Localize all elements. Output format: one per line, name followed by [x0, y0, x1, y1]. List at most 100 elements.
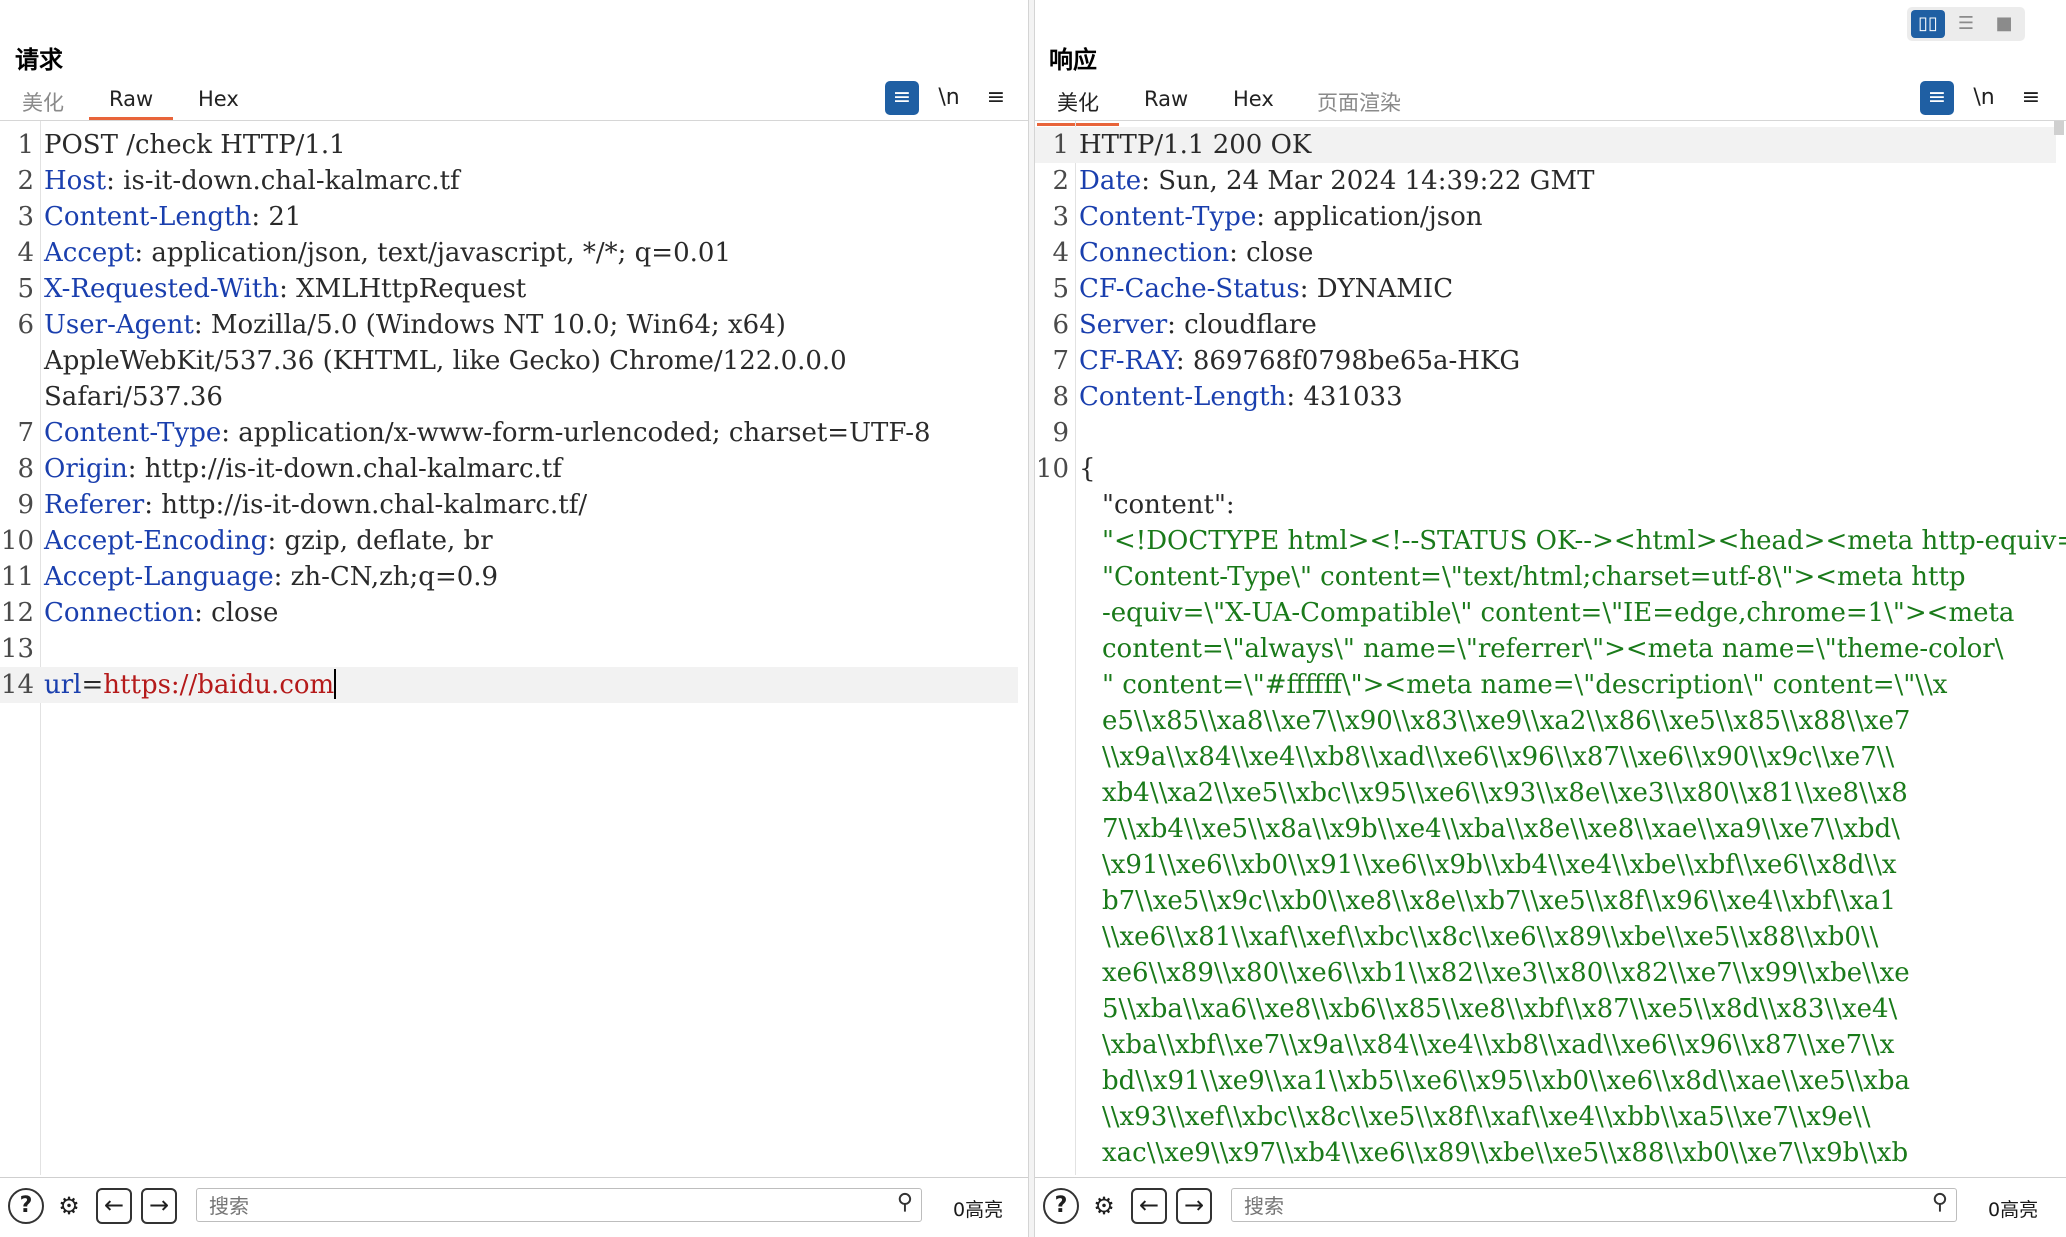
- line-content: Accept: application/json, text/javascrip…: [44, 235, 731, 271]
- tab-raw[interactable]: Raw: [88, 87, 174, 120]
- layout-stacked-icon[interactable]: ☰: [1949, 10, 1983, 38]
- header-name: CF-RAY: [1079, 346, 1176, 376]
- header-value: : application/json, text/javascript, */*…: [134, 238, 731, 268]
- code-line: 14 url=https://baidu.com: [0, 667, 1018, 703]
- line-content: Server: cloudflare: [1079, 307, 1317, 343]
- settings-icon[interactable]: ⚙: [1086, 1188, 1122, 1224]
- help-icon[interactable]: ?: [1043, 1188, 1079, 1224]
- line-content: Origin: http://is-it-down.chal-kalmarc.t…: [44, 451, 562, 487]
- json-string-text: xb4\\xa2\\xe5\\xbc\\x95\\xe6\\x93\\x8e\\…: [1102, 778, 1908, 808]
- json-string-text: b7\\xe5\\x9c\\xb0\\xe8\\x8e\\xb7\\xe5\\x…: [1102, 886, 1897, 916]
- back-arrow-icon[interactable]: ←: [1131, 1188, 1167, 1224]
- header-value: : http://is-it-down.chal-kalmarc.tf/: [144, 490, 588, 520]
- header-name: Connection: [44, 598, 195, 628]
- code-line: 7 CF-RAY: 869768f0798be65a-HKG: [1035, 343, 2056, 379]
- response-editor[interactable]: 1 HTTP/1.1 200 OK 2 Date: Sun, 24 Mar 2024 …: [1035, 121, 2066, 1175]
- code-line: 1 HTTP/1.1 200 OK: [1035, 127, 2056, 163]
- line-content: CF-Cache-Status: DYNAMIC: [1079, 271, 1453, 307]
- line-number: 3: [1052, 202, 1069, 232]
- response-search[interactable]: ⚲: [1231, 1188, 1957, 1222]
- line-number: 7: [1052, 346, 1069, 376]
- code-line: 5 X-Requested-With: XMLHttpRequest: [0, 271, 1018, 307]
- back-arrow-icon[interactable]: ←: [96, 1188, 132, 1224]
- json-string-line: xb4\\xa2\\xe5\\xbc\\x95\\xe6\\x93\\x8e\\…: [1102, 775, 1908, 811]
- request-editor[interactable]: 1 POST /check HTTP/1.1 2 Host: is-it-down.c…: [0, 121, 1028, 1175]
- line-number: 13: [0, 634, 34, 664]
- code-line: 10 {: [1035, 451, 2056, 487]
- line-content: User-Agent: Mozilla/5.0 (Windows NT 10.0…: [44, 307, 786, 343]
- line-number: 9: [17, 490, 34, 520]
- code-line: \\xe6\\x81\\xaf\\xef\\xbc\\x8c\\xe6\\x89…: [1035, 919, 2056, 955]
- forward-arrow-icon[interactable]: →: [1176, 1188, 1212, 1224]
- forward-arrow-icon[interactable]: →: [141, 1188, 177, 1224]
- code-line: 5\\xba\\xa6\\xe8\\xb6\\x85\\xe8\\xbf\\x8…: [1035, 991, 2056, 1027]
- code-line: 2 Host: is-it-down.chal-kalmarc.tf: [0, 163, 1018, 199]
- line-content: Accept-Language: zh-CN,zh;q=0.9: [44, 559, 498, 595]
- tab-hex[interactable]: Hex: [1233, 87, 1274, 111]
- code-line: AppleWebKit/537.36 (KHTML, like Gecko) C…: [0, 343, 1018, 379]
- code-line: 8 Content-Length: 431033: [1035, 379, 2056, 415]
- tab-pretty[interactable]: 美化: [1037, 87, 1119, 126]
- line-content: Content-Length: 431033: [1079, 379, 1403, 415]
- layout-split-icon[interactable]: ▯▯: [1911, 10, 1945, 38]
- json-string-text: e5\\x85\\xa8\\xe7\\x90\\x83\\xe9\\xa2\\x…: [1102, 706, 1911, 736]
- code-line: 9 Referer: http://is-it-down.chal-kalmarc…: [0, 487, 1018, 523]
- layout-single-icon[interactable]: ■: [1987, 10, 2021, 38]
- help-icon[interactable]: ?: [8, 1188, 44, 1224]
- code-line: bd\\x91\\xe9\\xa1\\xb5\\xe6\\x95\\xb0\\x…: [1035, 1063, 2056, 1099]
- header-value: : Mozilla/5.0 (Windows NT 10.0; Win64; x…: [193, 310, 786, 340]
- json-string-text: "<!DOCTYPE html><!--STATUS OK--><html><h…: [1102, 526, 2066, 556]
- tab-render[interactable]: 页面渲染: [1317, 87, 1401, 117]
- menu-icon[interactable]: ≡: [979, 81, 1013, 115]
- header-name: User-Agent: [44, 310, 194, 340]
- response-search-input[interactable]: [1242, 1191, 1862, 1221]
- code-line: xac\\xe9\\x97\\xb4\\xe6\\x89\\xbe\\xe5\\…: [1035, 1135, 2056, 1171]
- json-string-line: b7\\xe5\\x9c\\xb0\\xe8\\x8e\\xb7\\xe5\\x…: [1102, 883, 1896, 919]
- wrap-icon[interactable]: ≡: [1920, 81, 1954, 115]
- line-number: 8: [1052, 382, 1069, 412]
- line-content: POST /check HTTP/1.1: [44, 127, 346, 163]
- header-value: Safari/537.36: [44, 382, 223, 412]
- json-string-text: "Content-Type\" content=\"text/html;char…: [1102, 562, 1966, 592]
- line-number: 8: [17, 454, 34, 484]
- menu-icon[interactable]: ≡: [2014, 81, 2048, 115]
- json-string-text: \\x9a\\x84\\xe4\\xb8\\xad\\xe6\\x96\\x87…: [1102, 742, 1895, 772]
- code-line: Safari/537.36: [0, 379, 1018, 415]
- request-search[interactable]: ⚲: [196, 1188, 922, 1222]
- request-title: 请求: [15, 46, 63, 74]
- settings-icon[interactable]: ⚙: [51, 1188, 87, 1224]
- line-number: 4: [1052, 238, 1069, 268]
- json-string-line: \xba\\xbf\\xe7\\x9a\\x84\\xe4\\xb8\\xad\…: [1102, 1027, 1894, 1063]
- body-param[interactable]: url=https://baidu.com: [44, 667, 337, 703]
- json-string-line: \\x93\\xef\\xbc\\x8c\\xe5\\x8f\\xaf\\xe4…: [1102, 1099, 1870, 1135]
- newline-icon[interactable]: \n: [932, 81, 966, 115]
- code-line: xb4\\xa2\\xe5\\xbc\\x95\\xe6\\x93\\x8e\\…: [1035, 775, 2056, 811]
- search-icon[interactable]: ⚲: [1932, 1190, 1948, 1215]
- response-scrollbar[interactable]: [2052, 121, 2066, 1175]
- tab-raw[interactable]: Raw: [1144, 87, 1188, 111]
- search-icon[interactable]: ⚲: [897, 1190, 913, 1215]
- json-key: "content":: [1102, 487, 1235, 523]
- line-content: Content-Length: 21: [44, 199, 301, 235]
- header-value: : close: [194, 598, 279, 628]
- line-content: Host: is-it-down.chal-kalmarc.tf: [44, 163, 460, 199]
- line-number: 1: [1052, 130, 1069, 160]
- header-value: : is-it-down.chal-kalmarc.tf: [106, 166, 460, 196]
- newline-icon[interactable]: \n: [1967, 81, 2001, 115]
- pane-divider[interactable]: [1028, 0, 1035, 1237]
- wrap-icon[interactable]: ≡: [885, 81, 919, 115]
- code-line: "Content-Type\" content=\"text/html;char…: [1035, 559, 2056, 595]
- tab-hex[interactable]: Hex: [198, 87, 239, 111]
- line-number: 2: [17, 166, 34, 196]
- code-line: xe6\\x89\\x80\\xe6\\xb1\\x82\\xe3\\x80\\…: [1035, 955, 2056, 991]
- code-line: 1 POST /check HTTP/1.1: [0, 127, 1018, 163]
- header-name: Connection: [1079, 238, 1230, 268]
- scroll-thumb[interactable]: [2054, 121, 2064, 135]
- code-line: 13: [0, 631, 1018, 667]
- line-content: Referer: http://is-it-down.chal-kalmarc.…: [44, 487, 587, 523]
- header-name: Accept-Encoding: [44, 526, 268, 556]
- json-string-text: \\xe6\\x81\\xaf\\xef\\xbc\\x8c\\xe6\\x89…: [1102, 922, 1879, 952]
- header-value: : 21: [251, 202, 302, 232]
- tab-pretty[interactable]: 美化: [22, 87, 64, 117]
- request-search-input[interactable]: [207, 1191, 827, 1221]
